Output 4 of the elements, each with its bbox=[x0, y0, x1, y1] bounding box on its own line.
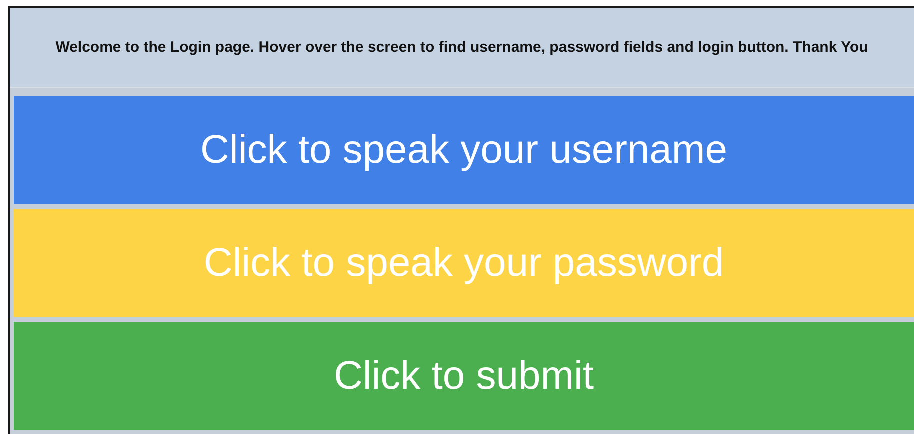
speak-button[interactable]: Click to speak your password bbox=[14, 209, 914, 317]
speak-button[interactable]: Click to speak your username bbox=[14, 96, 914, 204]
welcome-message: Welcome to the Login page. Hover over the screen to find username, password fields and login button. Thank You bbox=[56, 38, 868, 58]
speak-button[interactable]: Click to submit bbox=[14, 322, 914, 430]
